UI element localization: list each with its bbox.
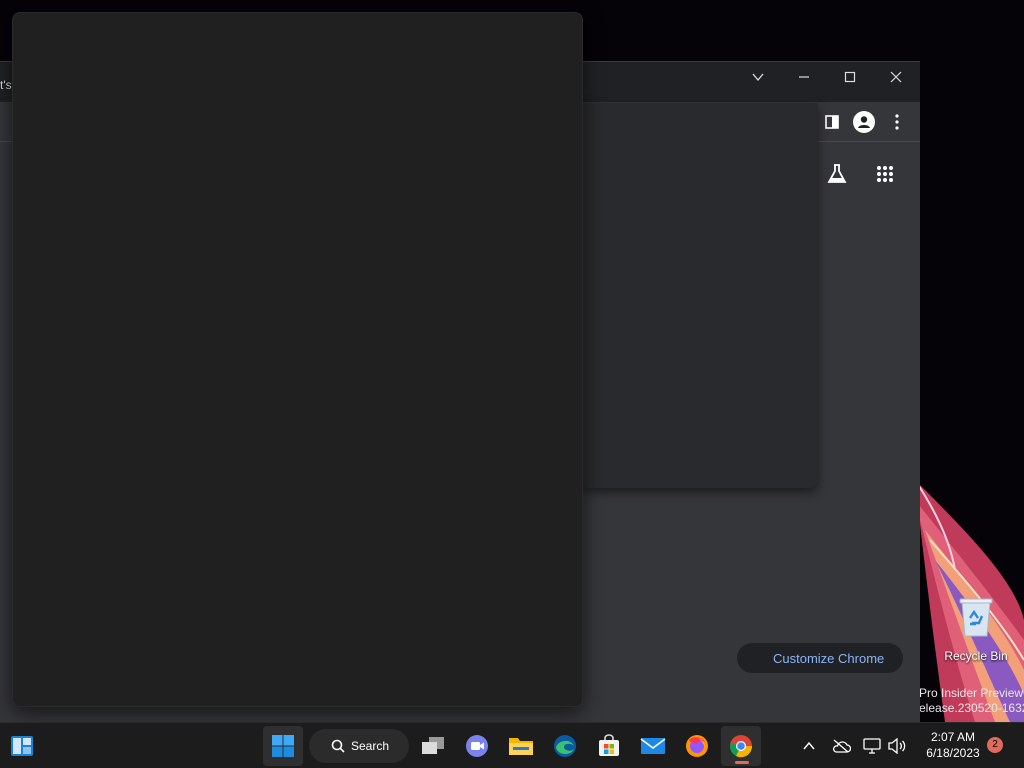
teams-chat-button[interactable] [457, 726, 497, 766]
maximize-button[interactable] [827, 62, 873, 92]
background-popup-panel [580, 103, 818, 488]
google-apps-button[interactable] [869, 158, 901, 190]
windows-build-watermark: Pro Insider Preview elease.230520-1632 [919, 686, 1024, 716]
start-button[interactable] [263, 726, 303, 766]
mail-icon [640, 738, 666, 754]
chevron-down-icon [752, 73, 764, 82]
chrome-running-indicator [735, 761, 749, 764]
store-icon [599, 734, 619, 756]
tab-title-fragment[interactable]: t's [0, 78, 12, 92]
widgets-button[interactable] [2, 726, 42, 766]
ethernet-icon [863, 738, 881, 754]
folder-icon [509, 738, 533, 755]
onedrive-tray-icon[interactable] [830, 735, 852, 757]
clock-date: 6/18/2023 [926, 746, 980, 760]
mail-button[interactable] [633, 726, 673, 766]
chat-icon [466, 735, 488, 757]
search-label: Search [351, 739, 390, 753]
chrome-icon [730, 735, 753, 758]
windows-logo-icon [272, 735, 294, 757]
firefox-button[interactable] [677, 726, 717, 766]
minimize-icon [799, 76, 809, 78]
watermark-line-1: Pro Insider Preview [919, 686, 1024, 700]
chrome-menu-button[interactable] [885, 110, 909, 134]
profile-avatar-icon [853, 111, 875, 133]
edge-icon [554, 735, 576, 757]
file-explorer-button[interactable] [501, 726, 541, 766]
volume-tray-icon[interactable] [886, 735, 908, 757]
task-view-icon [422, 737, 444, 754]
recycle-bin-icon [959, 598, 993, 637]
chevron-up-icon [803, 742, 815, 750]
notification-badge[interactable]: 2 [987, 737, 1003, 753]
minimize-button[interactable] [781, 62, 827, 92]
search-icon [331, 739, 345, 753]
side-panel-icon [825, 115, 839, 129]
side-panel-button[interactable] [820, 110, 844, 134]
taskbar-search-box[interactable]: Search [309, 729, 409, 763]
close-icon [890, 71, 902, 83]
taskbar: Search 2:07 AM 6/18/2023 2 [0, 722, 1024, 768]
recycle-bin-label: Recycle Bin [944, 649, 1008, 663]
cloud-offline-icon [833, 739, 851, 753]
recycle-bin-shortcut[interactable]: Recycle Bin [940, 596, 1012, 665]
edge-button[interactable] [545, 726, 585, 766]
task-view-button[interactable] [413, 726, 453, 766]
network-tray-icon[interactable] [861, 735, 883, 757]
blank-dark-window[interactable] [12, 12, 583, 707]
microsoft-store-button[interactable] [589, 726, 629, 766]
watermark-line-2: elease.230520-1632 [919, 701, 1024, 715]
more-vertical-icon [895, 114, 899, 130]
maximize-icon [844, 71, 856, 83]
labs-button[interactable] [821, 158, 853, 190]
customize-chrome-button[interactable]: Customize Chrome [737, 643, 903, 673]
widgets-icon [11, 736, 33, 756]
tab-search-button[interactable] [735, 62, 781, 92]
speaker-icon [888, 738, 906, 754]
show-hidden-icons-button[interactable] [798, 735, 820, 757]
customize-chrome-label: Customize Chrome [773, 651, 885, 666]
apps-grid-icon [877, 166, 893, 182]
flask-icon [827, 164, 847, 183]
profile-button[interactable] [852, 110, 876, 134]
chrome-taskbar-button[interactable] [721, 726, 761, 766]
clock-time: 2:07 AM [930, 730, 976, 744]
close-window-button[interactable] [873, 62, 919, 92]
firefox-icon [686, 735, 708, 757]
taskbar-clock[interactable]: 2:07 AM 6/18/2023 [918, 729, 988, 761]
